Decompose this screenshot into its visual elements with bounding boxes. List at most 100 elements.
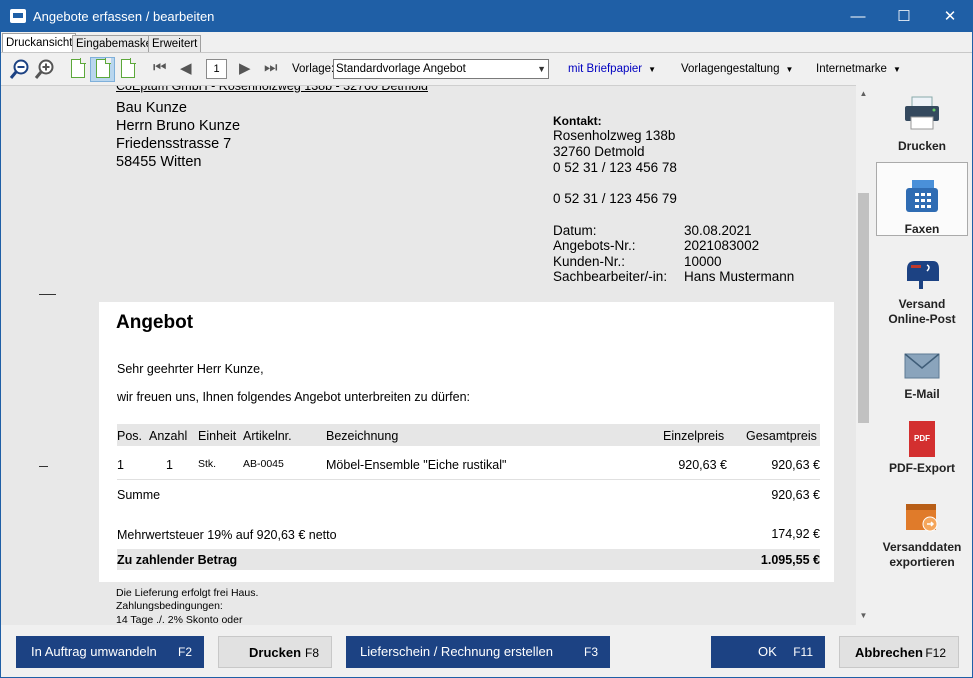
vorlage-label: Vorlage:: [292, 63, 335, 75]
full-page-view-icon[interactable]: [121, 58, 136, 78]
versand-online-post-button[interactable]: Versand Online-Post: [876, 257, 968, 327]
window-title: Angebote erfassen / bearbeiten: [33, 9, 215, 24]
meta-value: 30.08.2021: [684, 223, 752, 238]
auftrag-umwandeln-button[interactable]: In Auftrag umwandeln F2: [16, 636, 204, 668]
envelope-icon: [904, 353, 940, 379]
column-pos: Pos.: [117, 429, 143, 443]
summe-label: Summe: [117, 488, 161, 502]
recipient-line: 58455 Witten: [116, 154, 202, 170]
export-box-icon: [906, 504, 938, 532]
item-pos: 1: [117, 458, 124, 472]
abbrechen-button[interactable]: Abbrechen F12: [839, 636, 959, 668]
tab-eingabemaske[interactable]: Eingabemaske: [72, 35, 157, 52]
page-number-input[interactable]: 1: [206, 59, 227, 79]
drucken-bottom-button[interactable]: Drucken F8: [218, 636, 332, 668]
close-button[interactable]: ✕: [927, 1, 973, 32]
mailbox-icon: [907, 261, 939, 289]
title-bar: Angebote erfassen / bearbeiten — ☐ ✕: [1, 1, 972, 32]
recipient-line: Herrn Bruno Kunze: [116, 118, 241, 134]
document-title: Angebot: [116, 312, 194, 333]
pdf-export-button[interactable]: PDF PDF-Export: [876, 421, 968, 481]
scroll-up-icon[interactable]: ▲: [856, 89, 871, 98]
column-anzahl: Anzahl: [149, 429, 188, 443]
meta-label: Sachbearbeiter/-in:: [553, 269, 668, 284]
previous-page-icon[interactable]: ◀: [180, 59, 192, 77]
single-page-view-icon[interactable]: [71, 58, 86, 78]
tab-bar: Druckansicht Eingabemaske Erweitert: [1, 33, 972, 52]
meta-value: 2021083002: [684, 238, 760, 253]
intro-text: wir freuen uns, Ihnen folgendes Angebot …: [117, 390, 471, 404]
shortcut-key: F2: [177, 645, 192, 659]
action-sidebar: Drucken Faxen Versand Online-Post E-Mail…: [871, 85, 972, 625]
column-gesamtpreis: Gesamtpreis: [746, 429, 817, 443]
chevron-down-icon: ▼: [537, 64, 546, 74]
mwst-value: 174,92 €: [771, 527, 820, 541]
abbrechen-label: Abbrechen: [855, 645, 923, 660]
versanddaten-label-line2: exportieren: [889, 555, 955, 569]
vertical-scrollbar[interactable]: ▲ ▼: [856, 85, 871, 625]
column-bezeichnung: Bezeichnung: [326, 429, 399, 443]
zoom-in-icon[interactable]: [34, 58, 56, 80]
item-artikelnr: AB-0045: [243, 458, 284, 470]
recipient-line: Bau Kunze: [116, 100, 187, 116]
item-einheit: Stk.: [198, 458, 217, 470]
drucken-bottom-label: Drucken: [249, 645, 302, 660]
versanddaten-label-line1: Versanddaten: [882, 540, 962, 554]
next-page-icon[interactable]: ▶: [239, 59, 251, 77]
mwst-label: Mehrwertsteuer 19% auf 920,63 € netto: [117, 528, 337, 542]
contact-line: 0 52 31 / 123 456 79: [553, 191, 677, 206]
contact-line: 32760 Detmold: [553, 144, 645, 159]
tab-druckansicht[interactable]: Druckansicht: [2, 33, 77, 52]
tab-erweitert[interactable]: Erweitert: [148, 35, 202, 52]
drucken-button[interactable]: Drucken: [876, 95, 968, 159]
shortcut-key: F3: [583, 645, 598, 659]
pdf-export-label: PDF-Export: [889, 461, 955, 475]
fold-mark: [39, 294, 56, 295]
page-width-view-icon: [96, 58, 111, 78]
shortcut-key: F11: [793, 645, 813, 659]
meta-value: Hans Mustermann: [684, 269, 795, 284]
scroll-down-icon[interactable]: ▼: [856, 611, 871, 620]
footer-line: Die Lieferung erfolgt frei Haus.: [116, 587, 259, 599]
footer-line: 14 Tage ./. 2% Skonto oder: [116, 614, 243, 625]
bottom-button-bar: In Auftrag umwandeln F2 Drucken F8 Liefe…: [1, 625, 972, 677]
punch-mark: [39, 466, 48, 467]
app-icon: [10, 9, 26, 23]
contact-line: Rosenholzweg 138b: [553, 128, 676, 143]
item-anzahl: 1: [166, 458, 173, 472]
vorlagengestaltung-dropdown[interactable]: Vorlagengestaltung ▼: [681, 63, 793, 75]
meta-label: Angebots-Nr.:: [553, 238, 636, 253]
recipient-line: Friedensstrasse 7: [116, 136, 232, 152]
ok-label: OK: [758, 644, 777, 659]
vorlage-select[interactable]: Standardvorlage Angebot ▼: [333, 59, 549, 79]
ok-button[interactable]: OK F11: [711, 636, 825, 668]
maximize-button[interactable]: ☐: [881, 1, 927, 32]
item-gesamtpreis: 920,63 €: [771, 458, 820, 472]
briefpapier-dropdown[interactable]: mit Briefpapier ▼: [568, 63, 656, 75]
zoom-out-icon[interactable]: [9, 58, 31, 80]
minimize-button[interactable]: —: [835, 1, 881, 32]
faxen-button[interactable]: Faxen: [876, 162, 968, 236]
last-page-icon[interactable]: ⏭: [264, 59, 278, 76]
meta-value: 10000: [684, 254, 722, 269]
internetmarke-label: Internetmarke: [816, 63, 887, 75]
document-preview[interactable]: CoEptum GmbH - Rosenholzweg 138b - 32760…: [1, 85, 856, 625]
vorlage-select-value: Standardvorlage Angebot: [336, 63, 466, 75]
internetmarke-dropdown[interactable]: Internetmarke ▼: [816, 63, 901, 75]
versanddaten-exportieren-button[interactable]: Versanddaten exportieren: [876, 500, 968, 570]
shortcut-key: F12: [925, 646, 946, 660]
sender-line: CoEptum GmbH - Rosenholzweg 138b - 32760…: [116, 85, 428, 93]
meta-label: Datum:: [553, 223, 597, 238]
versand-label-line1: Versand: [898, 297, 946, 311]
lieferschein-rechnung-button[interactable]: Lieferschein / Rechnung erstellen F3: [346, 636, 610, 668]
lieferschein-rechnung-label: Lieferschein / Rechnung erstellen: [360, 644, 553, 659]
caret-down-icon: ▼: [785, 65, 794, 74]
drucken-label: Drucken: [897, 139, 947, 153]
shortcut-key: F8: [304, 646, 319, 660]
first-page-icon[interactable]: ⏮: [153, 59, 167, 76]
total-value: 1.095,55 €: [760, 553, 820, 567]
email-button[interactable]: E-Mail: [876, 353, 968, 409]
auftrag-umwandeln-label: In Auftrag umwandeln: [31, 644, 157, 659]
meta-label: Kunden-Nr.:: [553, 254, 626, 269]
scrollbar-thumb[interactable]: [858, 193, 869, 423]
